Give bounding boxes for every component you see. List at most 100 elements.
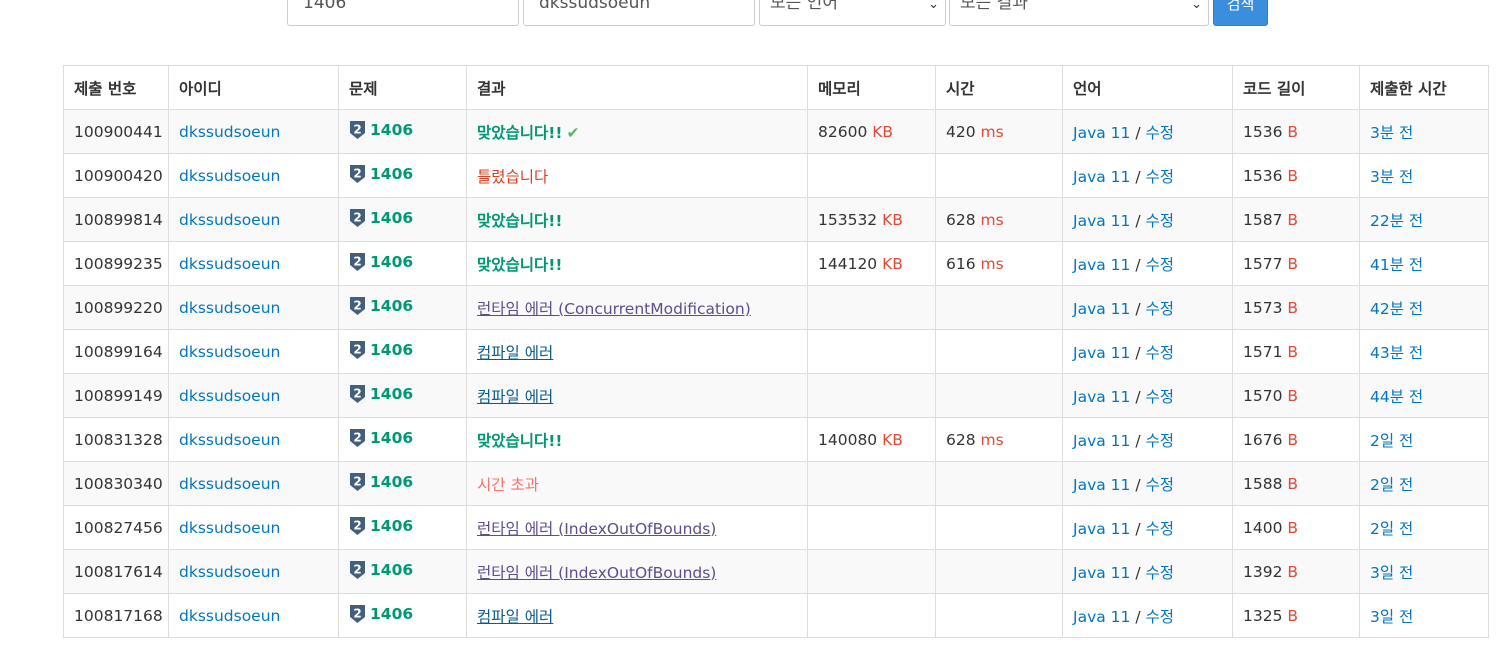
cell-memory: [807, 593, 936, 638]
user-link[interactable]: dkssudsoeun: [179, 123, 280, 141]
submitted-time-link[interactable]: 44분 전: [1370, 388, 1423, 406]
problem-id-input[interactable]: 1406: [287, 0, 519, 26]
language-link[interactable]: Java 11: [1073, 124, 1130, 142]
result-text: 맞았습니다!!: [477, 123, 563, 142]
table-row: 100899235 dkssudsoeun 2 1406 맞았습니다!! 144120 K…: [63, 241, 1489, 286]
cell-memory: [807, 285, 936, 330]
user-link[interactable]: dkssudsoeun: [179, 255, 280, 273]
time-unit: ms: [980, 430, 1004, 449]
result-text[interactable]: 런타임 에러 (IndexOutOfBounds): [477, 520, 716, 538]
language-link[interactable]: Java 11: [1073, 608, 1130, 626]
submitted-time-link[interactable]: 42분 전: [1370, 300, 1423, 318]
language-link[interactable]: Java 11: [1073, 168, 1130, 186]
language-link[interactable]: Java 11: [1073, 212, 1130, 230]
submitted-time-link[interactable]: 2일 전: [1370, 432, 1413, 450]
submitted-time-link[interactable]: 43분 전: [1370, 344, 1423, 362]
language-link[interactable]: Java 11: [1073, 432, 1130, 450]
silver-tier-icon: 2: [349, 428, 366, 448]
submitted-time-link[interactable]: 3분 전: [1370, 168, 1413, 186]
problem-link[interactable]: 2 1406: [349, 296, 413, 316]
result-text[interactable]: 컴파일 에러: [477, 388, 553, 406]
result-text: 시간 초과: [477, 475, 539, 494]
result-text[interactable]: 런타임 에러 (IndexOutOfBounds): [477, 564, 716, 582]
time-value: 420: [946, 122, 976, 141]
language-select[interactable]: 모든 언어 ⌄: [759, 0, 946, 26]
edit-link[interactable]: 수정: [1145, 300, 1174, 318]
edit-link[interactable]: 수정: [1145, 608, 1174, 626]
problem-link[interactable]: 2 1406: [349, 120, 413, 140]
cell-user-id: dkssudsoeun: [168, 417, 339, 462]
submitted-time-link[interactable]: 3분 전: [1370, 124, 1413, 142]
tier-level: 2: [353, 254, 361, 268]
problem-link[interactable]: 2 1406: [349, 560, 413, 580]
edit-link[interactable]: 수정: [1145, 432, 1174, 450]
result-text[interactable]: 컴파일 에러: [477, 608, 553, 626]
result-select[interactable]: 모든 결과 ⌄: [949, 0, 1209, 26]
user-link[interactable]: dkssudsoeun: [179, 387, 280, 405]
separator: /: [1130, 255, 1146, 274]
user-link[interactable]: dkssudsoeun: [179, 167, 280, 185]
edit-link[interactable]: 수정: [1145, 168, 1174, 186]
language-link[interactable]: Java 11: [1073, 256, 1130, 274]
submitted-time-link[interactable]: 3일 전: [1370, 608, 1413, 626]
language-link[interactable]: Java 11: [1073, 476, 1130, 494]
language-link[interactable]: Java 11: [1073, 520, 1130, 538]
silver-tier-icon: 2: [349, 340, 366, 360]
problem-link[interactable]: 2 1406: [349, 428, 413, 448]
silver-tier-icon: 2: [349, 120, 366, 140]
language-select-value: 모든 언어: [770, 0, 838, 13]
result-text[interactable]: 컴파일 에러: [477, 344, 553, 362]
problem-link[interactable]: 2 1406: [349, 604, 413, 624]
edit-link[interactable]: 수정: [1145, 476, 1174, 494]
user-link[interactable]: dkssudsoeun: [179, 299, 280, 317]
submitted-time-link[interactable]: 2일 전: [1370, 520, 1413, 538]
user-id-input[interactable]: dkssudsoeun: [523, 0, 755, 26]
problem-link[interactable]: 2 1406: [349, 164, 413, 184]
language-link[interactable]: Java 11: [1073, 564, 1130, 582]
submitted-time-link[interactable]: 22분 전: [1370, 212, 1423, 230]
result-text[interactable]: 런타임 에러 (ConcurrentModification): [477, 300, 751, 318]
user-link[interactable]: dkssudsoeun: [179, 563, 280, 581]
user-link[interactable]: dkssudsoeun: [179, 211, 280, 229]
cell-problem: 2 1406: [338, 329, 467, 374]
edit-link[interactable]: 수정: [1145, 124, 1174, 142]
cell-submitted-time: 43분 전: [1359, 329, 1489, 374]
edit-link[interactable]: 수정: [1145, 388, 1174, 406]
header-result: 결과: [466, 65, 808, 110]
edit-link[interactable]: 수정: [1145, 520, 1174, 538]
silver-tier-icon: 2: [349, 604, 366, 624]
problem-link[interactable]: 2 1406: [349, 252, 413, 272]
user-link[interactable]: dkssudsoeun: [179, 343, 280, 361]
problem-link[interactable]: 2 1406: [349, 208, 413, 228]
cell-result: 컴파일 에러: [466, 329, 808, 374]
cell-submitted-time: 3분 전: [1359, 153, 1489, 198]
memory-unit: KB: [882, 430, 903, 449]
edit-link[interactable]: 수정: [1145, 564, 1174, 582]
code-length-unit: B: [1287, 606, 1299, 625]
cell-user-id: dkssudsoeun: [168, 241, 339, 286]
tier-level: 2: [353, 122, 361, 136]
search-button[interactable]: 검색: [1213, 0, 1268, 26]
problem-link[interactable]: 2 1406: [349, 340, 413, 360]
language-link[interactable]: Java 11: [1073, 300, 1130, 318]
edit-link[interactable]: 수정: [1145, 212, 1174, 230]
language-link[interactable]: Java 11: [1073, 388, 1130, 406]
problem-link[interactable]: 2 1406: [349, 384, 413, 404]
cell-submission-id: 100830340: [63, 461, 169, 506]
submitted-time-link[interactable]: 41분 전: [1370, 256, 1423, 274]
table-row: 100899814 dkssudsoeun 2 1406 맞았습니다!! 153532 K…: [63, 197, 1489, 242]
submitted-time-link[interactable]: 3일 전: [1370, 564, 1413, 582]
edit-link[interactable]: 수정: [1145, 256, 1174, 274]
problem-link[interactable]: 2 1406: [349, 516, 413, 536]
problem-link[interactable]: 2 1406: [349, 472, 413, 492]
language-link[interactable]: Java 11: [1073, 344, 1130, 362]
edit-link[interactable]: 수정: [1145, 344, 1174, 362]
submitted-time-link[interactable]: 2일 전: [1370, 476, 1413, 494]
user-link[interactable]: dkssudsoeun: [179, 475, 280, 493]
user-link[interactable]: dkssudsoeun: [179, 519, 280, 537]
cell-submitted-time: 42분 전: [1359, 285, 1489, 330]
user-link[interactable]: dkssudsoeun: [179, 431, 280, 449]
problem-number: 1406: [370, 252, 414, 271]
memory-unit: KB: [872, 122, 894, 141]
user-link[interactable]: dkssudsoeun: [179, 607, 280, 625]
